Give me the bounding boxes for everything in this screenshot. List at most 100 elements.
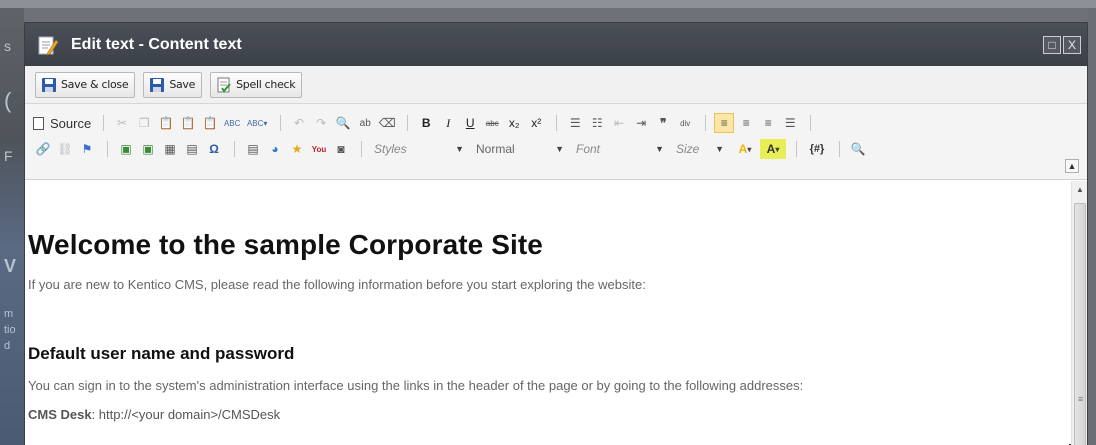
- form-icon[interactable]: ▤: [243, 139, 263, 159]
- format-dropdown[interactable]: Normal ▼: [472, 140, 568, 158]
- toolbar-separator: [280, 115, 282, 131]
- chevron-down-icon: ▼: [715, 144, 724, 154]
- background-page-right: [1088, 8, 1096, 445]
- italic-icon[interactable]: I: [438, 113, 458, 133]
- div-icon[interactable]: div: [675, 113, 695, 133]
- align-left-icon[interactable]: ≡: [714, 113, 735, 133]
- source-button[interactable]: Source: [33, 116, 91, 131]
- replace-icon[interactable]: ab: [355, 113, 375, 133]
- toolbar-separator: [839, 141, 840, 157]
- save-and-close-button[interactable]: Save & close: [35, 71, 136, 98]
- toolbar-row-1: Source ✂ ❐ 📋 📋 📋 ABC ABC▾ ↶ ↷ 🔍 ab ⌫ B I…: [33, 112, 1087, 134]
- bold-icon[interactable]: B: [416, 113, 436, 133]
- flash-icon[interactable]: ◕: [265, 139, 285, 159]
- paste-text-icon[interactable]: 📋: [178, 113, 198, 133]
- spellcheck-as-you-type-icon[interactable]: ABC▾: [244, 113, 270, 133]
- find-icon[interactable]: 🔍: [333, 113, 353, 133]
- size-label: Size: [676, 142, 700, 156]
- image-icon[interactable]: ▣: [116, 139, 136, 159]
- source-icon: [33, 116, 44, 130]
- cms-desk-url: : http://<your domain>/CMSDesk: [91, 407, 281, 422]
- outdent-icon[interactable]: ⇤: [609, 113, 629, 133]
- content-sign-in-paragraph: You can sign in to the system's administ…: [28, 378, 804, 393]
- paste-word-icon[interactable]: 📋: [200, 113, 220, 133]
- save-and-close-label: Save & close: [61, 78, 129, 91]
- size-dropdown[interactable]: Size ▼: [672, 140, 728, 158]
- redo-icon[interactable]: ↷: [311, 113, 331, 133]
- chevron-down-icon: ▼: [455, 144, 464, 154]
- toolbar-separator: [234, 141, 235, 157]
- subscript-icon[interactable]: x₂: [504, 113, 524, 133]
- background-fragment: (: [4, 88, 12, 113]
- chevron-down-icon: ▼: [655, 144, 664, 154]
- insert-macro-button[interactable]: {#}: [805, 139, 829, 159]
- background-top-strip: [0, 0, 1096, 8]
- close-button[interactable]: X: [1063, 35, 1081, 54]
- floppy-disk-icon: [41, 77, 57, 93]
- scrollbar-grip-icon: ≡: [1078, 394, 1084, 404]
- source-label: Source: [50, 115, 92, 131]
- special-char-icon[interactable]: Ω: [204, 139, 224, 159]
- indent-icon[interactable]: ⇥: [631, 113, 651, 133]
- font-label: Font: [576, 142, 601, 156]
- media-icon[interactable]: ◙: [331, 139, 351, 159]
- numbered-list-icon[interactable]: ☰: [565, 113, 585, 133]
- dialog-titlebar[interactable]: Edit text - Content text □ X: [25, 23, 1087, 66]
- font-dropdown[interactable]: Font ▼: [572, 140, 668, 158]
- table-icon[interactable]: ▦: [160, 139, 180, 159]
- save-label: Save: [169, 78, 196, 91]
- background-fragment: tio: [4, 324, 16, 336]
- edit-document-icon: [37, 34, 59, 56]
- underline-icon[interactable]: U: [460, 113, 480, 133]
- insert-image-icon[interactable]: ▣: [138, 139, 158, 159]
- horizontal-rule-icon[interactable]: ▤: [182, 139, 202, 159]
- floppy-disk-icon: [149, 77, 165, 93]
- spellcheck-icon[interactable]: ABC: [222, 113, 242, 133]
- align-center-icon[interactable]: ≡: [736, 113, 756, 133]
- maximize-button[interactable]: □: [1043, 35, 1061, 54]
- bulleted-list-icon[interactable]: ☷: [587, 113, 607, 133]
- editor-scrollbar[interactable]: ▲ ≡: [1071, 181, 1087, 445]
- cut-icon[interactable]: ✂: [112, 113, 132, 133]
- superscript-icon[interactable]: x²: [526, 113, 546, 133]
- toolbar-row-2: 🔗 ⛓ ⚑ ▣ ▣ ▦ ▤ Ω ▤ ◕ ★ You ◙ Styles ▼ Nor…: [33, 138, 1087, 160]
- unlink-icon[interactable]: ⛓: [55, 139, 75, 159]
- text-color-icon[interactable]: A ▾: [732, 139, 758, 159]
- scrollbar-thumb[interactable]: ≡: [1074, 203, 1086, 445]
- background-fragment: F: [4, 148, 13, 164]
- background-page-left: s ( F V m tio d: [0, 8, 24, 445]
- styles-label: Styles: [374, 142, 407, 156]
- collapse-toolbar-button[interactable]: ▲: [1065, 159, 1079, 173]
- editor-content-area[interactable]: Welcome to the sample Corporate Site If …: [25, 181, 1069, 445]
- strike-icon[interactable]: abc: [482, 113, 502, 133]
- link-icon[interactable]: 🔗: [33, 139, 53, 159]
- undo-icon[interactable]: ↶: [289, 113, 309, 133]
- anchor-icon[interactable]: ⚑: [77, 139, 97, 159]
- toolbar-separator: [556, 115, 558, 131]
- toolbar-separator: [107, 141, 108, 157]
- background-color-icon[interactable]: A ▾: [760, 139, 786, 159]
- preview-icon[interactable]: 🔍: [848, 139, 868, 159]
- save-button[interactable]: Save: [143, 71, 203, 98]
- styles-dropdown[interactable]: Styles ▼: [370, 140, 468, 158]
- copy-icon[interactable]: ❐: [134, 113, 154, 133]
- background-fragment: V: [4, 256, 17, 276]
- paste-icon[interactable]: 📋: [156, 113, 176, 133]
- youtube-icon[interactable]: You: [309, 139, 329, 159]
- spell-check-label: Spell check: [236, 78, 296, 91]
- spell-check-button[interactable]: Spell check: [210, 71, 303, 98]
- remove-format-icon[interactable]: ⌫: [377, 113, 397, 133]
- action-bar: Save & close Save Spell check: [25, 66, 1087, 104]
- toolbar-separator: [103, 115, 105, 131]
- widget-icon[interactable]: ★: [287, 139, 307, 159]
- editor-toolbar: Source ✂ ❐ 📋 📋 📋 ABC ABC▾ ↶ ↷ 🔍 ab ⌫ B I…: [25, 104, 1087, 180]
- content-intro-paragraph: If you are new to Kentico CMS, please re…: [28, 277, 646, 292]
- content-subheading: Default user name and password: [28, 344, 295, 363]
- blockquote-icon[interactable]: ❞: [653, 113, 673, 133]
- scroll-up-icon[interactable]: ▲: [1076, 185, 1084, 194]
- align-right-icon[interactable]: ≡: [758, 113, 778, 133]
- toolbar-separator: [407, 115, 409, 131]
- justify-icon[interactable]: ☰: [780, 113, 800, 133]
- toolbar-separator: [796, 141, 797, 157]
- toolbar-separator: [361, 141, 362, 157]
